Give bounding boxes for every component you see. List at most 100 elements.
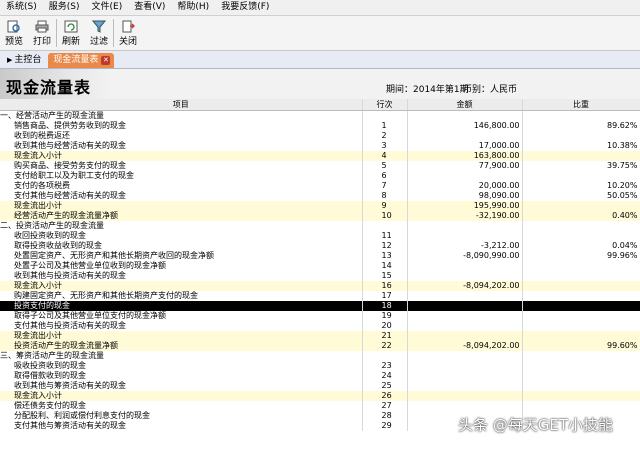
column-header-item[interactable]: 项目 [0,99,363,111]
cell-pct [522,321,640,331]
table-row[interactable]: 经营活动产生的现金流量净额 10 -32,190.00 0.40% [0,211,640,221]
column-header-pct[interactable]: 比重 [522,99,640,111]
cell-amount: -8,094,202.00 [407,341,523,351]
table-row[interactable]: 收回投资收到的现金 11 [0,231,640,241]
table-row[interactable]: 二、投资活动产生的现金流量 [0,221,640,231]
cell-no: 27 [362,401,408,411]
cell-item: 收到其他与经营活动有关的现金 [0,141,363,151]
cell-no: 26 [362,391,408,401]
menu-bar: 系统(S) 服务(S) 文件(E) 查看(V) 帮助(H) 我要反馈(F) [0,0,640,16]
cell-no: 28 [362,411,408,421]
close-button[interactable]: 关闭 [114,16,142,50]
cell-pct: 0.40% [522,211,640,221]
cell-item: 投资支付的现金 [0,301,363,311]
report-currency: 币别：人民币 [463,85,518,95]
cell-amount [407,301,523,311]
cell-pct [522,281,640,291]
preview-icon [6,20,22,34]
table-row[interactable]: 收到的税费返还 2 [0,131,640,141]
cell-no: 16 [362,281,408,291]
tab-cash-flow[interactable]: 现金流量表 ✕ [48,53,115,68]
menu-system[interactable]: 系统(S) [0,0,43,15]
cell-amount: 98,090.00 [407,191,523,201]
cell-pct: 99.96% [522,251,640,261]
tab-console-label: 主控台 [14,55,42,65]
close-icon [120,20,136,34]
table-row[interactable]: 支付其他与投资活动有关的现金 20 [0,321,640,331]
cell-item: 购买商品、接受劳务支付的现金 [0,161,363,171]
table-row[interactable]: 收到其他与投资活动有关的现金 15 [0,271,640,281]
cell-no: 9 [362,201,408,211]
table-row[interactable]: 支付给职工以及为职工支付的现金 6 [0,171,640,181]
refresh-button[interactable]: 刷新 [57,16,85,50]
cell-pct [522,291,640,301]
cell-item: 支付的各项税费 [0,181,363,191]
table-row[interactable]: 现金流出小计 9 195,990.00 [0,201,640,211]
table-row[interactable]: 三、筹资活动产生的现金流量 [0,351,640,361]
cell-item: 支付给职工以及为职工支付的现金 [0,171,363,181]
cell-pct [522,301,640,311]
table-row[interactable]: 现金流入小计 4 163,800.00 [0,151,640,161]
table-row[interactable]: 偿还债务支付的现金 27 [0,401,640,411]
table-row[interactable]: 销售商品、提供劳务收到的现金 1 146,800.00 89.62% [0,121,640,131]
table-row[interactable]: 处置固定资产、无形资产和其他长期资产收回的现金净额 13 -8,090,990.00… [0,251,640,261]
table-row[interactable]: 投资支付的现金 18 [0,301,640,311]
table-row[interactable]: 支付的各项税费 7 20,000.00 10.20% [0,181,640,191]
menu-file[interactable]: 文件(E) [86,0,129,15]
cell-no: 1 [362,121,408,131]
table-row[interactable]: 购建固定资产、无形资产和其他长期资产支付的现金 17 [0,291,640,301]
tab-console-arrow-icon: ▶ [7,56,13,64]
menu-view[interactable]: 查看(V) [128,0,171,15]
table-row[interactable]: 现金流入小计 26 [0,391,640,401]
cell-item: 现金流出小计 [0,201,363,211]
cell-no: 18 [362,301,408,311]
cell-no: 6 [362,171,408,181]
filter-button[interactable]: 过滤 [85,16,113,50]
cell-amount [407,331,523,341]
tab-close-icon[interactable]: ✕ [101,56,111,65]
table-row[interactable]: 购买商品、接受劳务支付的现金 5 77,900.00 39.75% [0,161,640,171]
table-row[interactable]: 收到其他与筹资活动有关的现金 25 [0,381,640,391]
cell-no: 25 [362,381,408,391]
menu-help[interactable]: 帮助(H) [171,0,215,15]
cell-amount [407,171,523,181]
table-row[interactable]: 现金流出小计 21 [0,331,640,341]
menu-feedback[interactable]: 我要反馈(F) [215,0,275,15]
cell-no [362,351,408,361]
cell-no: 24 [362,371,408,381]
column-header-no[interactable]: 行次 [362,99,408,111]
report-header: 现金流量表 期间：2014年第1期 币别：人民币 [0,69,640,99]
cell-amount [407,291,523,301]
cell-amount: -8,090,990.00 [407,251,523,261]
filter-label: 过滤 [89,36,108,47]
tab-bar: ▶ 主控台 现金流量表 ✕ [0,51,640,69]
column-header-amount[interactable]: 金额 [407,99,523,111]
table-row[interactable]: 取得投资收益收到的现金 12 -3,212.00 0.04% [0,241,640,251]
table-row[interactable]: 取得子公司及其他营业单位支付的现金净额 19 [0,311,640,321]
print-button[interactable]: 打印 [28,16,56,50]
cell-pct [522,261,640,271]
table-row[interactable]: 投资活动产生的现金流量净额 22 -8,094,202.00 99.60% [0,341,640,351]
table-row[interactable]: 现金流入小计 16 -8,094,202.00 [0,281,640,291]
cell-amount [407,221,523,231]
tab-console[interactable]: ▶ 主控台 [2,53,46,68]
table-row[interactable]: 支付其他与经营活动有关的现金 8 98,090.00 50.05% [0,191,640,201]
menu-service[interactable]: 服务(S) [43,0,86,15]
preview-button[interactable]: 预览 [0,16,28,50]
table-row[interactable]: 收到其他与经营活动有关的现金 3 17,000.00 10.38% [0,141,640,151]
table-row[interactable]: 处置子公司及其他营业单位收到的现金净额 14 [0,261,640,271]
cell-no: 13 [362,251,408,261]
table-row[interactable]: 一、经营活动产生的现金流量 [0,110,640,121]
cell-amount [407,351,523,361]
table-row[interactable]: 吸收投资收到的现金 23 [0,361,640,371]
cell-item: 取得子公司及其他营业单位支付的现金净额 [0,311,363,321]
cell-item: 偿还债务支付的现金 [0,401,363,411]
cell-item: 吸收投资收到的现金 [0,361,363,371]
cell-no: 10 [362,211,408,221]
cell-pct [522,231,640,241]
table-row[interactable]: 取得借款收到的现金 24 [0,371,640,381]
cell-no: 20 [362,321,408,331]
cell-item: 分配股利、利润或偿付利息支付的现金 [0,411,363,421]
cell-pct [522,371,640,381]
watermark: 头条 @每天GET小技能 [458,416,614,434]
